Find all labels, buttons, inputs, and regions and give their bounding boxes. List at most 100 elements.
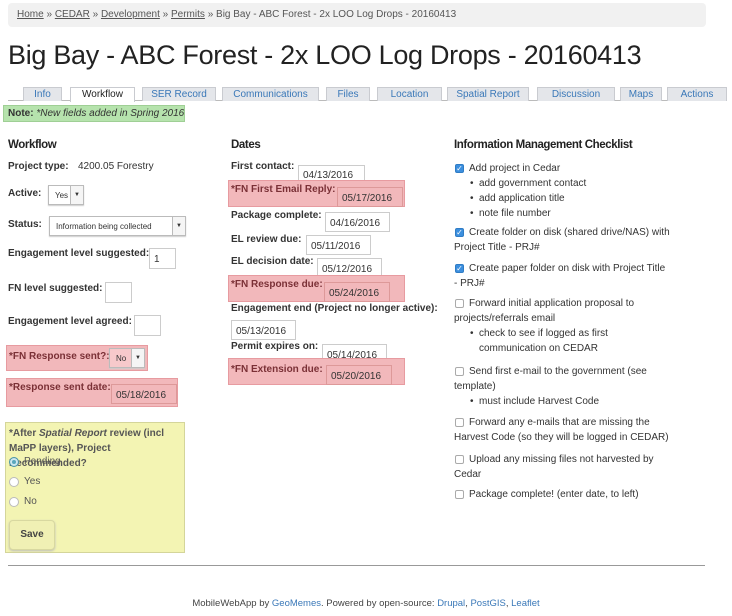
workflow-heading: Workflow: [8, 139, 57, 151]
leaflet-link[interactable]: Leaflet: [511, 598, 540, 609]
project-type-label: Project type:: [8, 161, 69, 172]
checklist-item-label: Create paper folder on disk with Project…: [469, 263, 666, 274]
checklist-item-label-cont: Cedar: [454, 469, 482, 480]
fn-first-email-input[interactable]: 05/17/2016: [337, 187, 403, 207]
note-label: Note:: [8, 108, 34, 119]
note-text: *New fields added in Spring 2016: [36, 108, 185, 119]
fn-extension-input[interactable]: 05/20/2016: [326, 365, 392, 385]
save-button[interactable]: Save: [9, 520, 55, 550]
fn-first-email-label: *FN First Email Reply:: [231, 184, 336, 195]
checklist-bullet: • check to see if logged as first: [470, 328, 608, 339]
engagement-end-input[interactable]: 05/13/2016: [231, 320, 296, 340]
response-sent-date-field: *Response sent date: 05/18/2016: [6, 378, 178, 407]
checkbox[interactable]: [455, 418, 464, 427]
el-agreed-input[interactable]: [134, 315, 161, 336]
bullet-icon: •: [470, 178, 474, 189]
radio-pending[interactable]: [9, 457, 19, 467]
page-title: Big Bay - ABC Forest - 2x LOO Log Drops …: [8, 40, 642, 70]
checklist-item-label: Package complete! (enter date, to left): [469, 489, 639, 500]
separator: »: [46, 9, 53, 20]
tab-discussion[interactable]: Discussion: [537, 87, 615, 101]
checklist-item-label: Send first e-mail to the government (see: [469, 366, 647, 377]
package-complete-label: Package complete:: [231, 210, 322, 221]
fn-response-sent-label: *FN Response sent?:: [9, 351, 110, 362]
checkbox[interactable]: ✓: [455, 164, 464, 173]
status-value: Information being collected: [56, 222, 152, 231]
footer: MobileWebApp by GeoMemes. Powered by ope…: [192, 598, 540, 609]
radio-no[interactable]: [9, 497, 19, 507]
dates-heading: Dates: [231, 139, 261, 151]
checkbox[interactable]: ✓: [455, 228, 464, 237]
breadcrumb-current: Big Bay - ABC Forest - 2x LOO Log Drops …: [216, 9, 457, 20]
checklist-item-label: Forward any e-mails that are missing the: [469, 417, 650, 428]
checkbox[interactable]: [455, 490, 464, 499]
el-suggested-label: Engagement level suggested:: [8, 248, 150, 259]
active-value: Yes: [55, 191, 69, 200]
tab-maps[interactable]: Maps: [620, 87, 662, 101]
fn-response-due-input[interactable]: 05/24/2016: [324, 282, 390, 302]
engagement-end-label: Engagement end (Project no longer active…: [231, 303, 438, 314]
tab-workflow[interactable]: Workflow: [70, 87, 135, 102]
note-banner: Note: *New fields added in Spring 2016: [3, 105, 185, 122]
response-sent-date-label: *Response sent date:: [9, 382, 111, 393]
active-select[interactable]: Yes ▼: [48, 185, 84, 205]
fn-first-email-field: *FN First Email Reply: 05/17/2016: [228, 180, 405, 207]
drupal-link[interactable]: Drupal: [437, 598, 465, 609]
checklist-item-label-cont: Project Title - PRJ#: [454, 242, 540, 253]
bullet-icon: •: [470, 396, 474, 407]
bullet-icon: •: [470, 193, 474, 204]
tab-location[interactable]: Location: [377, 87, 442, 101]
tab-ser-record[interactable]: SER Record: [142, 87, 216, 101]
breadcrumb-home[interactable]: Home: [17, 9, 44, 20]
chevron-down-icon: ▼: [131, 349, 144, 367]
fn-response-sent-field: *FN Response sent?: No ▼: [6, 345, 148, 371]
active-label: Active:: [8, 188, 42, 199]
postgis-link[interactable]: PostGIS: [470, 598, 505, 609]
project-type-value: 4200.05 Forestry: [78, 161, 154, 172]
checklist-item-label-cont: projects/referrals email: [454, 313, 556, 324]
response-sent-date-input[interactable]: 05/18/2016: [111, 384, 177, 404]
tab-spatial-report[interactable]: Spatial Report: [447, 87, 529, 101]
geomemes-link[interactable]: GeoMemes: [272, 598, 321, 609]
tab-actions[interactable]: Actions: [667, 87, 727, 101]
fn-response-sent-select[interactable]: No ▼: [109, 348, 145, 368]
bullet-icon: •: [470, 208, 474, 219]
checkbox[interactable]: ✓: [455, 264, 464, 273]
checklist-item-label-cont: - PRJ#: [454, 278, 485, 289]
tab-info[interactable]: Info: [23, 87, 62, 101]
checkbox[interactable]: [455, 367, 464, 376]
first-contact-label: First contact:: [231, 161, 295, 172]
separator: »: [162, 9, 169, 20]
package-complete-input[interactable]: 04/16/2016: [325, 212, 390, 232]
tab-communications[interactable]: Communications: [222, 87, 319, 101]
status-select[interactable]: Information being collected ▼: [49, 216, 186, 236]
bullet-icon: •: [470, 328, 474, 339]
checklist-bullet: • must include Harvest Code: [470, 396, 600, 407]
permit-expires-label: Permit expires on:: [231, 341, 319, 352]
el-agreed-label: Engagement level agreed:: [8, 316, 132, 327]
el-decision-label: EL decision date:: [231, 256, 314, 267]
checklist-item-label: Create folder on disk (shared drive/NAS)…: [469, 227, 670, 238]
chevron-down-icon: ▼: [70, 186, 83, 204]
status-label: Status:: [8, 219, 42, 230]
el-review-input[interactable]: 05/11/2016: [306, 235, 371, 255]
checklist-item-label: Add project in Cedar: [469, 163, 561, 174]
el-suggested-input[interactable]: 1: [149, 248, 176, 269]
tab-files[interactable]: Files: [326, 87, 370, 101]
fn-response-due-label: *FN Response due:: [231, 279, 323, 290]
chevron-down-icon: ▼: [172, 217, 185, 235]
checkbox[interactable]: [455, 455, 464, 464]
radio-no-label: No: [24, 496, 37, 507]
radio-yes[interactable]: [9, 477, 19, 487]
checklist-heading: Information Management Checklist: [454, 139, 633, 151]
checklist-bullet: • note file number: [470, 208, 551, 219]
fn-extension-label: *FN Extension due:: [231, 364, 323, 375]
fn-level-input[interactable]: [105, 282, 132, 303]
breadcrumb-development[interactable]: Development: [101, 9, 160, 20]
breadcrumb-cedar[interactable]: CEDAR: [55, 9, 90, 20]
fn-response-sent-value: No: [116, 354, 127, 363]
checklist-bullet: • add application title: [470, 193, 565, 204]
radio-pending-label: Pending: [24, 456, 61, 467]
checkbox[interactable]: [455, 299, 464, 308]
breadcrumb-permits[interactable]: Permits: [171, 9, 205, 20]
